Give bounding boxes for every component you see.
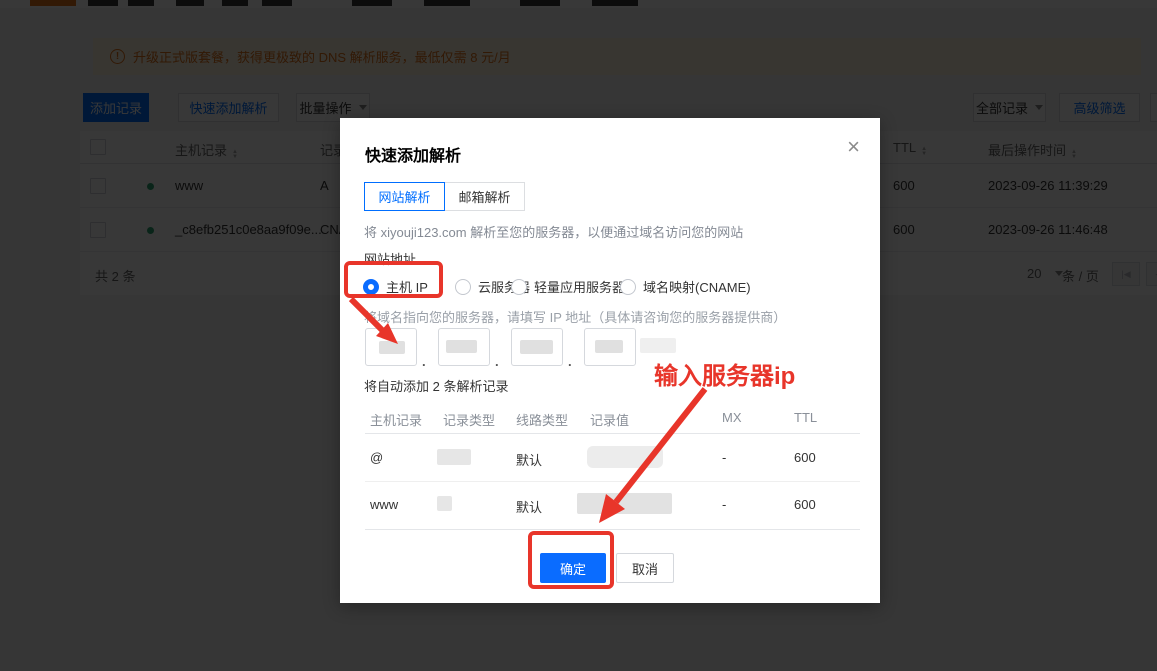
- radio-cname-mapping[interactable]: 域名映射(CNAME): [620, 277, 751, 296]
- pt-row-host: @: [370, 450, 384, 465]
- radio-icon: [455, 278, 471, 295]
- pt-row-host: www: [370, 497, 399, 512]
- pt-row-mx: -: [722, 450, 727, 465]
- quick-add-dialog: 快速添加解析 × 网站解析 邮箱解析 将 xiyouji123.com 解析至您…: [340, 118, 880, 603]
- pt-col-mx: MX: [722, 410, 742, 425]
- tab-label: 邮箱解析: [458, 190, 511, 205]
- redacted-value: [520, 340, 553, 354]
- ip-octet-input-1[interactable]: [365, 328, 417, 366]
- redacted-value: [640, 338, 676, 353]
- pt-row-ttl: 600: [794, 450, 816, 465]
- pt-col-line: 线路类型: [516, 413, 569, 428]
- radio-icon: [511, 278, 527, 295]
- ip-octet-input-2[interactable]: [438, 328, 490, 366]
- radio-icon: [620, 278, 636, 295]
- radio-lighthouse-server[interactable]: 轻量应用服务器: [511, 277, 625, 296]
- radio-label: 域名映射(CNAME): [643, 280, 751, 295]
- tab-website-resolution[interactable]: 网站解析: [364, 182, 445, 211]
- ip-octet-input-4[interactable]: [584, 328, 636, 366]
- auto-add-note: 将自动添加 2 条解析记录: [364, 379, 509, 394]
- annotation-box-host-ip: [344, 261, 443, 298]
- cancel-label: 取消: [631, 561, 658, 577]
- annotation-note-text: 输入服务器ip: [654, 363, 796, 390]
- ip-dot: .: [495, 354, 499, 369]
- redacted-value: [577, 493, 672, 514]
- close-icon[interactable]: ×: [847, 136, 860, 158]
- ip-dot: .: [422, 354, 426, 369]
- ip-octet-input-3[interactable]: [511, 328, 563, 366]
- divider: [365, 481, 860, 482]
- annotation-box-confirm: [528, 531, 614, 589]
- pt-col-value: 记录值: [590, 413, 630, 428]
- page-root: ! 升级正式版套餐，获得更极致的 DNS 解析服务，最低仅需 8 元/月 添加记…: [0, 0, 1157, 671]
- ip-hint-text: 将域名指向您的服务器，请填写 IP 地址（具体请咨询您的服务器提供商）: [364, 310, 787, 325]
- divider: [365, 529, 860, 530]
- redacted-value: [437, 496, 452, 511]
- radio-label: 轻量应用服务器: [534, 280, 626, 295]
- pt-col-host: 主机记录: [370, 413, 423, 428]
- redacted-value: [595, 340, 623, 353]
- pt-col-ttl: TTL: [794, 410, 818, 425]
- pt-row-line: 默认: [516, 453, 543, 468]
- ip-dot: .: [568, 354, 572, 369]
- dialog-description: 将 xiyouji123.com 解析至您的服务器，以便通过域名访问您的网站: [364, 225, 744, 240]
- redacted-value: [437, 449, 471, 465]
- pt-row-ttl: 600: [794, 497, 816, 512]
- redacted-value: [587, 446, 663, 468]
- dialog-title: 快速添加解析: [365, 148, 462, 165]
- redacted-value: [379, 341, 405, 354]
- tab-label: 网站解析: [378, 190, 431, 205]
- pt-row-line: 默认: [516, 500, 543, 515]
- cancel-button[interactable]: 取消: [616, 553, 674, 583]
- redacted-value: [446, 340, 477, 353]
- divider: [365, 433, 860, 434]
- tab-mail-resolution[interactable]: 邮箱解析: [444, 182, 525, 211]
- pt-col-type: 记录类型: [443, 413, 496, 428]
- pt-row-mx: -: [722, 497, 727, 512]
